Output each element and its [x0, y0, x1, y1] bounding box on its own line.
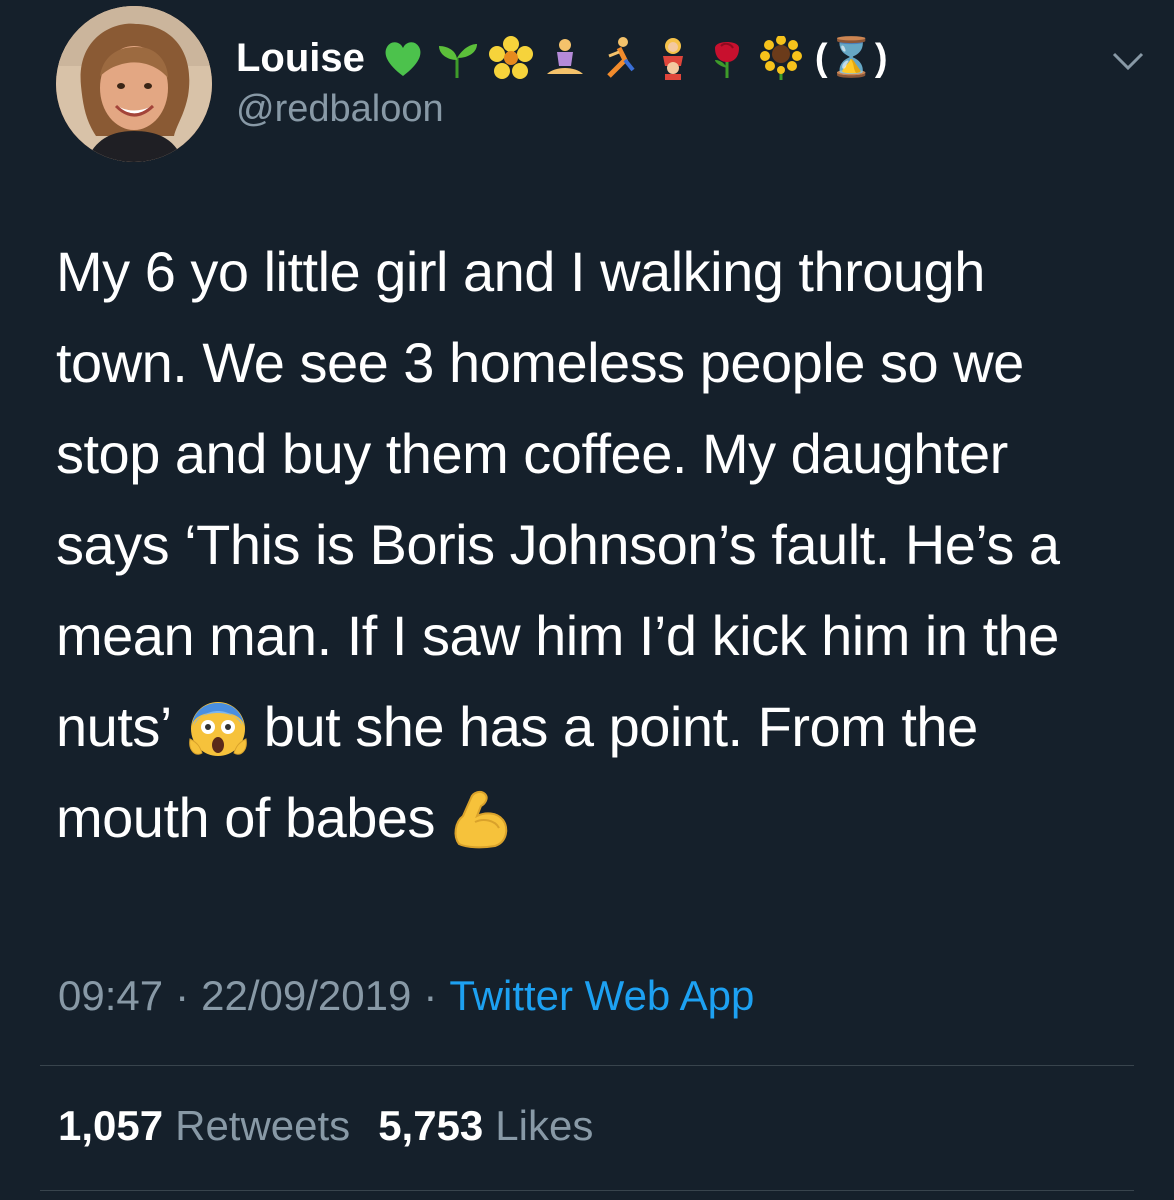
tweet-line: town. We see 3 homeless people so we: [56, 331, 1024, 394]
name-suffix: (⌛): [814, 37, 888, 79]
divider: [40, 1065, 1134, 1066]
tweet-line-part: nuts’: [56, 695, 172, 758]
flexed-biceps-icon: [449, 786, 513, 850]
likes-count[interactable]: 5,753: [378, 1102, 483, 1150]
meta-separator: ·: [423, 972, 438, 1019]
tweet-text: My 6 yo little girl and I walking throug…: [56, 226, 1146, 863]
tweet-line: stop and buy them coffee. My daughter: [56, 422, 1008, 485]
seedling-icon: [435, 36, 479, 80]
woman-and-girl-icon: [651, 36, 695, 80]
tweet-line-part: mouth of babes: [56, 786, 436, 849]
name-emoji-strip: [381, 36, 803, 80]
tweet-time[interactable]: 09:47: [58, 972, 163, 1020]
face-screaming-in-fear-icon: [186, 695, 250, 759]
display-name[interactable]: Louise: [236, 36, 365, 81]
name-row: Louise (⌛): [236, 28, 888, 88]
retweets-label[interactable]: Retweets: [175, 1102, 350, 1150]
rose-icon: [705, 36, 749, 80]
tweet-header: Louise (⌛) @redbaloon: [56, 6, 1156, 166]
avatar[interactable]: [56, 6, 212, 162]
retweets-count[interactable]: 1,057: [58, 1102, 163, 1150]
divider: [40, 1190, 1134, 1191]
tweet-line: My 6 yo little girl and I walking throug…: [56, 240, 985, 303]
chevron-down-icon[interactable]: [1108, 46, 1148, 74]
user-handle[interactable]: @redbaloon: [236, 88, 444, 131]
sunflower-icon: [759, 36, 803, 80]
blossom-icon: [488, 36, 533, 80]
likes-label[interactable]: Likes: [495, 1102, 593, 1150]
tweet-stats: 1,057 Retweets 5,753 Likes: [58, 1102, 621, 1150]
tweet-source-link[interactable]: Twitter Web App: [449, 972, 754, 1020]
green-heart-icon: [381, 36, 425, 80]
tweet-line: says ‘This is Boris Johnson’s fault. He’…: [56, 513, 1060, 576]
tweet-line: mean man. If I saw him I’d kick him in t…: [56, 604, 1059, 667]
person-in-lotus-icon: [543, 36, 587, 80]
tweet-line: nuts’ but she has a point. From the: [56, 681, 1146, 772]
meta-separator: ·: [175, 972, 190, 1019]
tweet-meta: 09:47 · 22/09/2019 · Twitter Web App: [58, 972, 754, 1020]
person-running-icon: [597, 36, 641, 80]
tweet-line-part: but she has a point. From the: [263, 695, 978, 758]
tweet-line: mouth of babes: [56, 772, 1146, 863]
tweet-date[interactable]: 22/09/2019: [201, 972, 411, 1020]
